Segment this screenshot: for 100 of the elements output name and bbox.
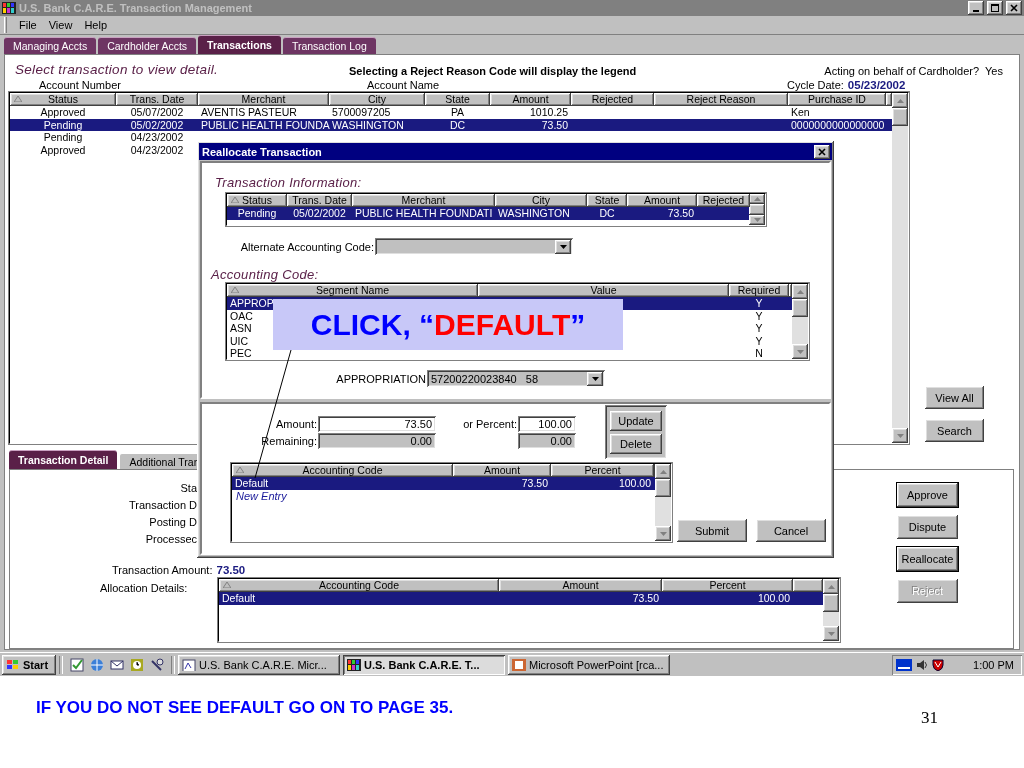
delete-button[interactable]: Delete [610, 433, 662, 454]
table-cell: WASHINGTON [498, 207, 570, 219]
column-header[interactable]: Trans. Date [287, 194, 352, 207]
column-header[interactable]: Amount [499, 579, 662, 592]
table-row[interactable]: PEC N [227, 347, 792, 359]
submit-button[interactable]: Submit [677, 519, 747, 542]
menu-item[interactable]: File [13, 19, 43, 32]
side-button[interactable]: View All [925, 386, 984, 409]
column-header[interactable]: City [329, 93, 425, 106]
side-button[interactable]: Search [925, 419, 984, 442]
scroll-up-button[interactable] [792, 284, 808, 299]
table-row[interactable]: Pending 05/02/2002 PUBLIC HEALTH FOUNDA WASHINGTON DC 73.50 0000000000000000 [10, 118, 892, 131]
minimize-button[interactable] [968, 1, 984, 16]
table-cell: 05/02/2002 [130, 118, 184, 131]
scroll-up-icon [827, 584, 835, 589]
table-cell: Default [235, 477, 269, 489]
amount-field[interactable]: 73.50 [318, 416, 436, 432]
table-cell: 0000000000000000 [791, 118, 885, 131]
tab[interactable]: Transaction Log [282, 37, 376, 54]
column-header[interactable]: Reject Reason [654, 93, 788, 106]
clock-icon[interactable] [130, 657, 144, 672]
scroll-thumb[interactable] [655, 479, 671, 497]
tab[interactable]: Transaction Detail [9, 450, 118, 469]
app-icon [2, 2, 16, 15]
column-header[interactable]: Amount [627, 194, 697, 207]
column-header[interactable]: Purchase ID [788, 93, 886, 106]
scroll-up-button[interactable] [823, 579, 839, 594]
column-header[interactable]: Status [10, 93, 116, 106]
scroll-down-button[interactable] [749, 215, 765, 225]
column-header[interactable]: Amount [453, 464, 551, 477]
field-label: APPROPRIATION [335, 372, 427, 385]
table-row[interactable]: Default 73.50 100.00 [232, 477, 655, 490]
segment-value-dropdown[interactable]: 57200220023840 58 [427, 370, 605, 387]
dialog-title: Reallocate Transaction [202, 145, 323, 158]
percent-field[interactable]: 100.00 [518, 416, 576, 432]
column-header[interactable]: Accounting Code [219, 579, 499, 592]
taskbar-button[interactable]: U.S. Bank C.A.R.E. Micr... [178, 654, 340, 675]
checklist-icon[interactable] [70, 657, 84, 672]
cancel-button[interactable]: Cancel [756, 519, 826, 542]
scrollbar[interactable] [655, 464, 671, 541]
scrollbar[interactable] [823, 579, 839, 641]
column-header[interactable]: Required [729, 284, 789, 297]
column-header[interactable]: Trans. Date [116, 93, 198, 106]
menu-item[interactable]: View [42, 19, 79, 32]
column-header[interactable]: Segment Name [227, 284, 478, 297]
section-heading: Transaction Information: [215, 175, 363, 190]
scroll-down-button[interactable] [792, 344, 808, 359]
action-button[interactable]: Dispute [897, 515, 958, 539]
scroll-down-button[interactable] [892, 428, 908, 443]
tab[interactable]: Transactions [198, 35, 281, 54]
window-title: U.S. Bank C.A.R.E. Transaction Management [19, 2, 253, 15]
scroll-down-button[interactable] [823, 626, 839, 641]
table-row[interactable]: Pending 05/02/2002 PUBLIC HEALTH FOUNDATI WASHINGTON DC 73.50 [227, 207, 749, 220]
scroll-thumb[interactable] [892, 108, 908, 126]
column-header[interactable]: Percent [551, 464, 654, 477]
scroll-thumb[interactable] [823, 594, 839, 612]
envelope-icon[interactable] [110, 657, 124, 672]
tab[interactable]: Cardholder Accts [98, 37, 197, 54]
start-button[interactable]: Start [2, 654, 56, 675]
scrollbar[interactable] [749, 194, 765, 225]
table-row[interactable]: Pending 04/23/2002 [10, 131, 892, 144]
satellite-icon[interactable] [150, 657, 164, 672]
alternate-code-dropdown[interactable] [375, 238, 573, 255]
cycle-date: 05/23/2002 [847, 79, 906, 91]
taskbar-button[interactable]: Microsoft PowerPoint [rca... [508, 654, 670, 675]
close-button[interactable] [814, 144, 830, 159]
scrollbar[interactable] [892, 93, 908, 443]
update-button[interactable]: Update [610, 410, 662, 431]
scroll-up-button[interactable] [749, 194, 765, 204]
column-header[interactable]: Rejected [697, 194, 750, 207]
column-header[interactable]: Amount [490, 93, 571, 106]
scroll-down-icon [659, 531, 667, 536]
taskbar-button[interactable]: U.S. Bank C.A.R.E. T... [343, 654, 505, 675]
column-header[interactable]: State [425, 93, 490, 106]
dropdown-button[interactable] [587, 371, 603, 386]
action-button[interactable]: Reallocate [897, 547, 958, 571]
column-header[interactable]: Accounting Code [232, 464, 453, 477]
dropdown-button[interactable] [555, 239, 571, 254]
table-row[interactable]: Approved 05/07/2002 AVENTIS PASTEUR 5700097205 PA 1010.25 Ken [10, 106, 892, 119]
column-header[interactable]: City [495, 194, 587, 207]
column-header[interactable]: Value [478, 284, 729, 297]
maximize-button[interactable] [987, 1, 1003, 16]
column-header[interactable]: State [587, 194, 627, 207]
close-button[interactable] [1006, 1, 1022, 16]
action-button[interactable]: Approve [897, 483, 958, 507]
field-label: Cycle Date: [787, 79, 844, 91]
scroll-down-button[interactable] [655, 526, 671, 541]
new-entry-row[interactable]: New Entry [232, 489, 655, 502]
menu-item[interactable]: Help [78, 19, 113, 32]
column-header[interactable]: Status [227, 194, 287, 207]
scroll-up-button[interactable] [655, 464, 671, 479]
column-header[interactable]: Merchant [198, 93, 329, 106]
scroll-up-button[interactable] [892, 93, 908, 108]
column-header[interactable]: Percent [662, 579, 793, 592]
scrollbar[interactable] [792, 284, 808, 359]
tab[interactable]: Managing Accts [4, 37, 97, 54]
column-header[interactable]: Merchant [352, 194, 495, 207]
table-row[interactable]: Default 73.50 100.00 [219, 592, 823, 605]
column-header[interactable]: Rejected [571, 93, 654, 106]
scroll-thumb[interactable] [792, 299, 808, 317]
